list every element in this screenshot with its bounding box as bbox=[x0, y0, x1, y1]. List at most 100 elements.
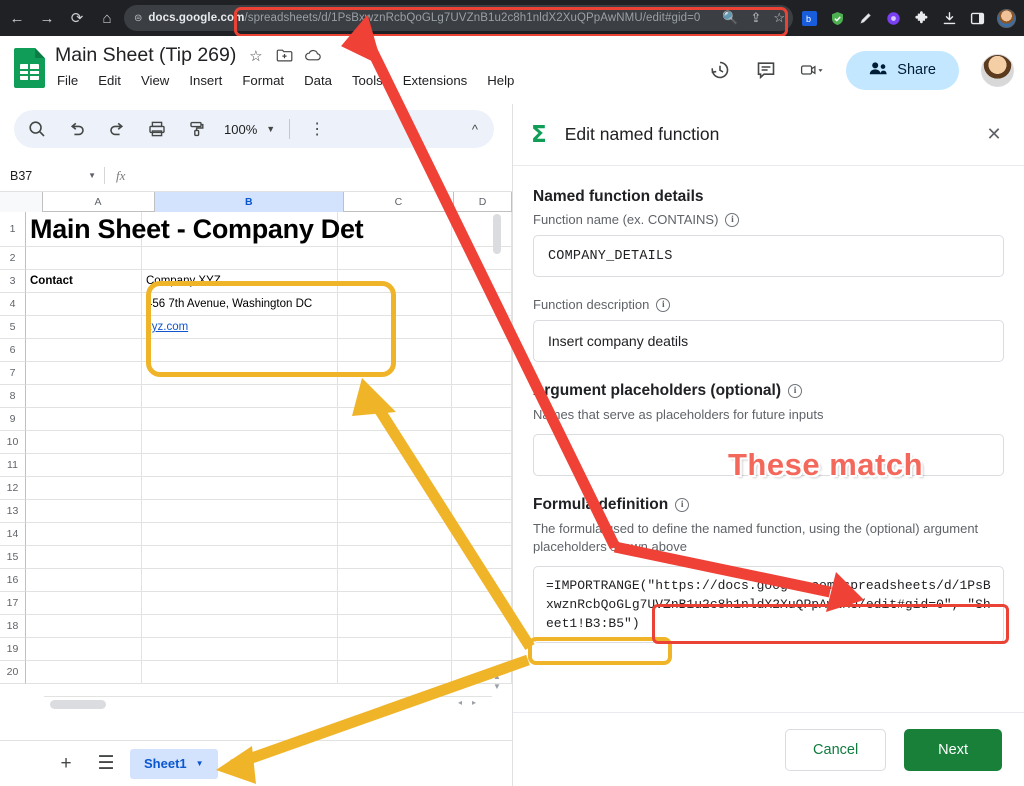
menu-help[interactable]: Help bbox=[485, 71, 516, 90]
zoom-level[interactable]: 100% bbox=[224, 122, 257, 137]
cell-b7[interactable] bbox=[142, 362, 338, 385]
column-header-c[interactable]: C bbox=[344, 192, 454, 212]
cell-b18[interactable] bbox=[142, 615, 338, 638]
cell-b3[interactable]: Company XYZ bbox=[142, 270, 338, 293]
cell-c8[interactable] bbox=[338, 385, 452, 408]
cell-d10[interactable] bbox=[452, 431, 512, 454]
cell-c6[interactable] bbox=[338, 339, 452, 362]
row-header-15[interactable]: 15 bbox=[0, 546, 26, 569]
cell-c19[interactable] bbox=[338, 638, 452, 661]
cell-c7[interactable] bbox=[338, 362, 452, 385]
cell-c3[interactable] bbox=[338, 270, 452, 293]
close-icon[interactable]: ✕ bbox=[982, 124, 1006, 145]
cell-b10[interactable] bbox=[142, 431, 338, 454]
menu-data[interactable]: Data bbox=[302, 71, 334, 90]
cell-d1[interactable] bbox=[452, 212, 512, 247]
page-title[interactable]: Main Sheet (Tip 269) bbox=[55, 44, 236, 67]
function-description-input[interactable]: Insert company deatils bbox=[533, 320, 1004, 362]
bookmark-star-icon[interactable]: ☆ bbox=[773, 10, 785, 26]
cell-d11[interactable] bbox=[452, 454, 512, 477]
cell-a3[interactable]: Contact bbox=[26, 270, 142, 293]
cell-a17[interactable] bbox=[26, 592, 142, 615]
cell-a18[interactable] bbox=[26, 615, 142, 638]
horizontal-scroll-arrows[interactable]: ◂▸ bbox=[458, 698, 486, 707]
cell-b17[interactable] bbox=[142, 592, 338, 615]
hamburger-list-icon[interactable]: ☰ bbox=[90, 748, 122, 780]
back-arrow-icon[interactable]: ← bbox=[4, 5, 30, 31]
cell-d12[interactable] bbox=[452, 477, 512, 500]
cell-b5[interactable]: xyz.com bbox=[142, 316, 338, 339]
cell-b5-link[interactable]: xyz.com bbox=[146, 321, 188, 333]
cell-d13[interactable] bbox=[452, 500, 512, 523]
cell-d19[interactable] bbox=[452, 638, 512, 661]
more-options-icon[interactable]: ⋮ bbox=[300, 112, 334, 146]
cell-b14[interactable] bbox=[142, 523, 338, 546]
next-button[interactable]: Next bbox=[904, 729, 1002, 771]
cell-c14[interactable] bbox=[338, 523, 452, 546]
star-icon[interactable]: ☆ bbox=[246, 46, 265, 65]
cell-d16[interactable] bbox=[452, 569, 512, 592]
name-box-wrapper[interactable]: B37 ▼ bbox=[0, 169, 104, 183]
cell-d8[interactable] bbox=[452, 385, 512, 408]
paint-format-icon[interactable] bbox=[180, 112, 214, 146]
panel-drag-handle[interactable]: ⋮⋮ bbox=[513, 481, 514, 493]
row-header-2[interactable]: 2 bbox=[0, 247, 26, 270]
row-header-8[interactable]: 8 bbox=[0, 385, 26, 408]
horizontal-scrollbar-track[interactable]: ◂▸ bbox=[44, 696, 492, 710]
cell-c9[interactable] bbox=[338, 408, 452, 431]
cell-c2[interactable] bbox=[338, 247, 452, 270]
row-header-3[interactable]: 3 bbox=[0, 270, 26, 293]
cell-a6[interactable] bbox=[26, 339, 142, 362]
cell-c13[interactable] bbox=[338, 500, 452, 523]
cell-d4[interactable] bbox=[452, 293, 512, 316]
info-icon[interactable]: i bbox=[788, 384, 802, 398]
cell-b6[interactable] bbox=[142, 339, 338, 362]
cell-b4[interactable]: 456 7th Avenue, Washington DC bbox=[142, 293, 338, 316]
cell-b8[interactable] bbox=[142, 385, 338, 408]
select-all-corner[interactable] bbox=[0, 192, 43, 212]
cell-a12[interactable] bbox=[26, 477, 142, 500]
cancel-button[interactable]: Cancel bbox=[785, 729, 886, 771]
cell-b9[interactable] bbox=[142, 408, 338, 431]
cell-c15[interactable] bbox=[338, 546, 452, 569]
column-header-d[interactable]: D bbox=[454, 192, 512, 212]
cell-d15[interactable] bbox=[452, 546, 512, 569]
cell-b13[interactable] bbox=[142, 500, 338, 523]
cell-c12[interactable] bbox=[338, 477, 452, 500]
cell-c10[interactable] bbox=[338, 431, 452, 454]
home-icon[interactable]: ⌂ bbox=[94, 5, 120, 31]
menu-insert[interactable]: Insert bbox=[187, 71, 224, 90]
row-header-5[interactable]: 5 bbox=[0, 316, 26, 339]
cell-d5[interactable] bbox=[452, 316, 512, 339]
download-icon[interactable] bbox=[941, 10, 958, 27]
cell-a2[interactable] bbox=[26, 247, 142, 270]
cell-d7[interactable] bbox=[452, 362, 512, 385]
argument-placeholder-input[interactable] bbox=[533, 434, 1004, 476]
cell-a11[interactable] bbox=[26, 454, 142, 477]
redo-icon[interactable] bbox=[100, 112, 134, 146]
row-header-11[interactable]: 11 bbox=[0, 454, 26, 477]
avatar[interactable] bbox=[981, 54, 1014, 87]
menu-tools[interactable]: Tools bbox=[350, 71, 385, 90]
cell-a19[interactable] bbox=[26, 638, 142, 661]
row-header-1[interactable]: 1 bbox=[0, 212, 26, 247]
cell-c11[interactable] bbox=[338, 454, 452, 477]
column-header-a[interactable]: A bbox=[43, 192, 155, 212]
cell-a4[interactable] bbox=[26, 293, 142, 316]
menu-format[interactable]: Format bbox=[240, 71, 286, 90]
address-bar[interactable]: ⊜ docs.google.com/spreadsheets/d/1PsBxwz… bbox=[124, 5, 793, 31]
plus-icon[interactable]: + bbox=[50, 748, 82, 780]
undo-icon[interactable] bbox=[60, 112, 94, 146]
cell-a15[interactable] bbox=[26, 546, 142, 569]
name-box-chevron-down-icon[interactable]: ▼ bbox=[88, 171, 104, 180]
formula-definition-input[interactable]: =IMPORTRANGE("https://docs.google.com/sp… bbox=[533, 566, 1004, 643]
row-header-19[interactable]: 19 bbox=[0, 638, 26, 661]
menu-extensions[interactable]: Extensions bbox=[401, 71, 470, 90]
cell-b16[interactable] bbox=[142, 569, 338, 592]
column-header-b[interactable]: B bbox=[155, 192, 344, 212]
info-icon[interactable]: i bbox=[656, 298, 670, 312]
puzzle-extension-icon[interactable] bbox=[913, 10, 930, 27]
cell-a8[interactable] bbox=[26, 385, 142, 408]
cell-d6[interactable] bbox=[452, 339, 512, 362]
cell-b15[interactable] bbox=[142, 546, 338, 569]
